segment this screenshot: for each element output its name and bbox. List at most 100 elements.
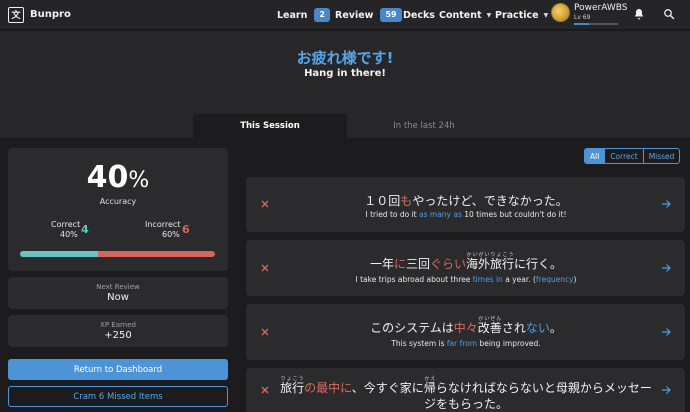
nav-review[interactable]: Review 59 xyxy=(335,0,402,30)
next-review-card: Next Review Now xyxy=(8,277,228,309)
filter-all-button[interactable]: All xyxy=(585,149,605,163)
translation-highlight: as many as xyxy=(419,210,462,219)
sentence-part: 一年 xyxy=(369,257,394,271)
furigana-word: 旅行りょこう xyxy=(280,376,304,395)
accuracy-label: Accuracy xyxy=(99,197,137,206)
xp-earned-label: XP Earned xyxy=(100,321,136,329)
grammar-point: に xyxy=(393,257,406,271)
incorrect-count: 6 xyxy=(182,223,190,236)
accuracy-bar-incorrect xyxy=(98,251,215,257)
furigana: かえ xyxy=(423,376,436,382)
next-review-value: Now xyxy=(107,292,129,303)
arrow-right-icon[interactable] xyxy=(661,327,671,337)
accuracy-unit: % xyxy=(128,168,150,193)
next-review-label: Next Review xyxy=(96,283,140,291)
furigana: りょこう xyxy=(280,376,305,382)
translation-part: I take trips abroad about three xyxy=(355,275,473,284)
incorrect-label: Incorrect xyxy=(145,220,181,229)
accuracy-card: 40% Accuracy Correct 40% 4 Incorrect 60%… xyxy=(8,148,228,271)
arrow-right-icon[interactable] xyxy=(661,263,671,273)
furigana-word: 帰かえ xyxy=(424,376,436,395)
review-sentence-english: This system is far from being improved. xyxy=(276,339,656,348)
translation-part: being improved. xyxy=(477,339,541,348)
filter-missed-button[interactable]: Missed xyxy=(642,149,680,163)
xp-earned-value: +250 xyxy=(104,330,132,341)
tab-this-session[interactable]: This Session xyxy=(193,114,347,138)
review-item[interactable]: このシステムは中々改善かいぜんされない。 This system is far … xyxy=(246,304,685,360)
xp-earned-card: XP Earned +250 xyxy=(8,315,228,347)
furigana-word: 海外旅行かいがいりょこう xyxy=(466,252,515,271)
nav-review-label: Review xyxy=(335,9,374,21)
incorrect-x-icon xyxy=(261,264,269,272)
review-item[interactable]: 一年に三回ぐらい海外旅行かいがいりょこうに行く。 I take trips ab… xyxy=(246,240,685,296)
correct-label: Correct xyxy=(51,220,81,229)
translation-highlight: frequency xyxy=(535,275,574,284)
bunpro-logo-icon: 文 xyxy=(8,6,24,23)
page-title-japanese: お疲れ様です! xyxy=(296,49,394,67)
arrow-right-icon[interactable] xyxy=(661,385,671,395)
user-level: Lv 69 xyxy=(574,14,591,21)
user-name: PowerAWBS xyxy=(574,3,628,13)
cram-missed-button[interactable]: Cram 6 Missed Items xyxy=(8,386,228,407)
sentence-part: 旅行 xyxy=(490,257,515,271)
accuracy-bar-correct xyxy=(20,251,98,257)
review-item[interactable]: 旅行りょこうの最中に、今すぐ家に帰かえらなければならないと母親からメッセージをも… xyxy=(246,368,685,412)
translation-part: I tried to do it xyxy=(365,210,420,219)
sentence-part: 改善 xyxy=(477,321,502,335)
arrow-right-icon[interactable] xyxy=(661,199,671,209)
top-navbar: 文 Bunpro Learn 2 Review 59 Decks Content… xyxy=(0,0,690,30)
translation-part: ) xyxy=(573,275,577,284)
sentence-part: 、今すぐ家に xyxy=(351,381,424,395)
review-count-badge: 59 xyxy=(380,8,402,22)
chevron-down-icon: ▼ xyxy=(486,11,492,19)
learn-count-badge: 2 xyxy=(314,8,330,22)
logo-text: Bunpro xyxy=(30,9,71,20)
grammar-point: 中々 xyxy=(453,321,478,335)
furigana: かいがいりょこう xyxy=(466,252,515,258)
incorrect-x-icon xyxy=(261,200,269,208)
search-icon[interactable] xyxy=(662,7,676,21)
user-menu[interactable]: PowerAWBS Lv 69 xyxy=(551,3,628,25)
sentence-part: １０回 xyxy=(364,194,401,208)
chevron-down-icon: ▼ xyxy=(543,11,549,19)
sentence-part: 。 xyxy=(549,321,562,335)
session-header: お疲れ様です! Hang in there! This Session In t… xyxy=(0,31,690,138)
sentence-part: このシステムは xyxy=(370,321,454,335)
furigana-word: 改善かいぜん xyxy=(477,316,502,335)
result-filter: All Correct Missed xyxy=(584,148,681,164)
nav-learn[interactable]: Learn 2 xyxy=(277,0,330,30)
sentence-part: らなければならないと母親からメッセージをもらった。 xyxy=(423,381,652,411)
review-sentence-japanese: このシステムは中々改善かいぜんされない。 xyxy=(276,316,656,336)
nav-content-label: Content xyxy=(439,9,482,21)
grammar-point: の最中に xyxy=(304,381,352,395)
review-sentence-english: I tried to do it as many as 10 times but… xyxy=(276,210,656,219)
incorrect-x-icon xyxy=(261,328,269,336)
furigana: かいぜん xyxy=(477,316,502,322)
return-to-dashboard-button[interactable]: Return to Dashboard xyxy=(8,359,228,380)
translation-highlight: far from xyxy=(446,339,478,348)
review-sentence-japanese: １０回もやったけど、できなかった。 xyxy=(276,192,656,209)
logo[interactable]: 文 Bunpro xyxy=(8,6,71,23)
grammar-point: も xyxy=(400,194,413,208)
translation-part: This system is xyxy=(391,339,447,348)
avatar xyxy=(551,3,570,22)
correct-count: 4 xyxy=(81,223,89,236)
incorrect-x-icon xyxy=(261,386,269,394)
bell-icon[interactable] xyxy=(632,7,646,21)
sentence-part: 海外 xyxy=(466,257,491,271)
nav-content[interactable]: Content ▼ xyxy=(439,0,491,30)
accuracy-value: 40% xyxy=(8,160,228,195)
translation-part: a year. ( xyxy=(502,275,536,284)
incorrect-percent: 60% xyxy=(162,230,180,239)
review-item[interactable]: １０回もやったけど、できなかった。 I tried to do it as ma… xyxy=(246,177,685,232)
nav-decks-label: Decks xyxy=(403,9,435,21)
filter-correct-button[interactable]: Correct xyxy=(604,149,642,163)
nav-practice[interactable]: Practice ▼ xyxy=(495,0,548,30)
sentence-part: やったけど、できなかった。 xyxy=(412,194,568,208)
correct-percent: 40% xyxy=(60,230,78,239)
sentence-part: 三回 xyxy=(405,257,430,271)
tab-last-24h[interactable]: In the last 24h xyxy=(347,114,501,138)
user-xp-bar xyxy=(574,23,618,25)
nav-decks[interactable]: Decks xyxy=(403,0,435,30)
user-xp-fill xyxy=(574,23,590,25)
